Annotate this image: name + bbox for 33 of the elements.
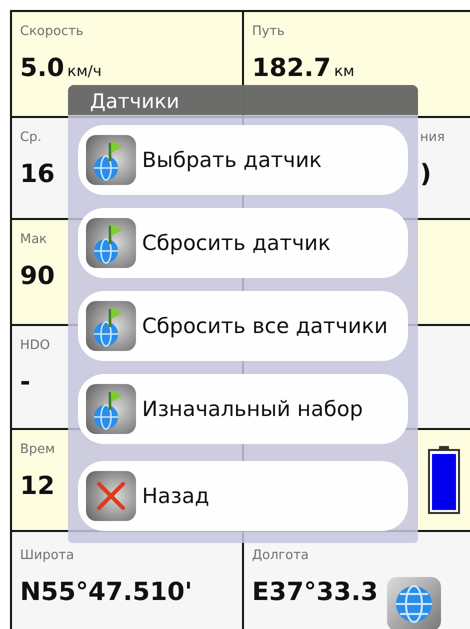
field-label: Долгота: [252, 548, 309, 563]
menu-item[interactable]: Назад: [78, 461, 408, 531]
globe-flag-icon: [86, 218, 136, 268]
field-value: -: [20, 367, 30, 396]
field-label: Мак: [20, 232, 48, 247]
globe-button[interactable]: [387, 577, 442, 629]
unit-label: км: [334, 62, 354, 80]
menu-item[interactable]: Сбросить датчик: [78, 208, 408, 278]
field-value: N55°47.510': [20, 577, 192, 606]
field-label: Ср.: [20, 130, 42, 145]
field-value: 5.0: [20, 53, 64, 82]
globe-flag-icon: [86, 135, 136, 185]
field-label: Врем: [20, 442, 55, 457]
field-label: Широта: [20, 548, 74, 563]
field-value: 182.7: [252, 53, 332, 82]
field-label: Скорость: [20, 24, 84, 39]
field-value: E37°33.3: [252, 577, 378, 606]
field-label: Путь: [252, 24, 285, 39]
menu-title: Датчики: [68, 85, 418, 115]
field-value: 16: [20, 159, 55, 188]
menu-item[interactable]: Изначальный набор: [78, 374, 408, 444]
globe-flag-icon: [86, 384, 136, 434]
battery-icon: [428, 446, 460, 514]
field-value: 12: [20, 471, 55, 500]
field-value: ): [420, 159, 432, 188]
menu-item[interactable]: Выбрать датчик: [78, 125, 408, 195]
field-value: 90: [20, 261, 55, 290]
field-label: HDO: [20, 338, 50, 353]
unit-label: км/ч: [67, 62, 102, 80]
menu-item[interactable]: Сбросить все датчики: [78, 291, 408, 361]
globe-flag-icon: [86, 301, 136, 351]
close-icon: [86, 471, 136, 521]
field-label: ния: [420, 130, 445, 145]
